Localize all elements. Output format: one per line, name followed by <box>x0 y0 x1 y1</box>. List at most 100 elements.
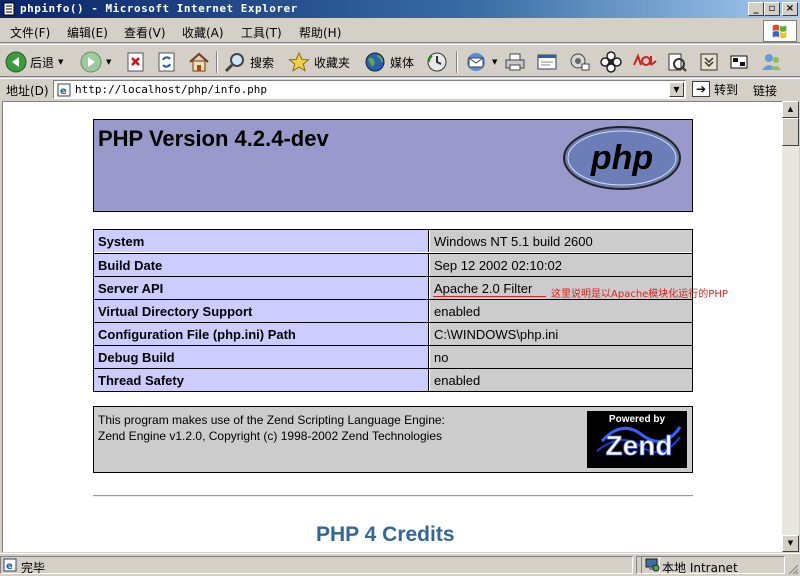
forward-arrow-icon <box>80 51 102 73</box>
maximize-button[interactable]: ▫ <box>764 2 780 16</box>
window-title: phpinfo() - Microsoft Internet Explorer <box>20 2 298 15</box>
magnifier-page-icon <box>668 53 687 72</box>
tool-button-a[interactable] <box>665 49 689 75</box>
search-button[interactable]: 搜索 <box>223 49 274 75</box>
credits-link[interactable]: PHP 4 Credits <box>316 523 455 547</box>
scroll-thumb[interactable] <box>782 118 799 146</box>
links-button[interactable]: 链接 <box>753 82 777 99</box>
scroll-up-icon[interactable]: ▲ <box>782 101 799 118</box>
printer-icon <box>505 53 525 71</box>
zend-logo-word: Zend <box>606 430 673 461</box>
page-done-icon: e <box>3 558 17 572</box>
title-bar[interactable]: phpinfo() - Microsoft Internet Explorer … <box>0 0 800 18</box>
flower-icon <box>600 51 622 73</box>
users-icon <box>762 54 781 70</box>
stop-icon <box>127 52 144 72</box>
address-input[interactable]: e http://localhost/php/info.php ▼ <box>53 80 686 99</box>
intranet-computer-icon <box>645 558 660 572</box>
menu-favorites[interactable]: 收藏(A) <box>182 24 224 41</box>
menu-view[interactable]: 查看(V) <box>124 24 166 41</box>
status-pane: e 完毕 <box>0 556 633 575</box>
annotation-note: 这里说明是以Apache模块化运行的PHP <box>551 289 728 300</box>
chat-bubble-icon <box>633 53 657 66</box>
edit-button[interactable] <box>535 49 559 75</box>
status-text: 完毕 <box>21 561 46 575</box>
toolbar-separator <box>456 51 458 73</box>
media-button[interactable]: 媒体 <box>363 49 414 75</box>
tool-button-b[interactable] <box>697 49 721 75</box>
zone-pane: 本地 Intranet <box>641 556 785 575</box>
forward-dropdown-icon[interactable]: ▼ <box>106 58 111 66</box>
address-label: 地址(D) <box>6 84 49 98</box>
windows-logo-icon <box>763 20 797 42</box>
menu-bar: 文件(F) 编辑(E) 查看(V) 收藏(A) 工具(T) 帮助(H) <box>0 19 800 43</box>
mail-icon <box>467 53 485 71</box>
menu-edit[interactable]: 编辑(E) <box>67 24 108 41</box>
info-key: Server API <box>94 277 429 299</box>
php-version-header: PHP Version 4.2.4-dev php <box>93 119 693 212</box>
home-button[interactable] <box>187 49 211 75</box>
address-dropdown-icon[interactable]: ▼ <box>669 82 684 97</box>
table-row: Thread Safety enabled <box>94 368 692 391</box>
menu-file[interactable]: 文件(F) <box>10 24 50 41</box>
discuss-button[interactable] <box>567 49 591 75</box>
search-label: 搜索 <box>250 55 275 70</box>
messenger-button[interactable] <box>599 49 623 75</box>
favorites-button[interactable]: 收藏夹 <box>287 49 350 75</box>
php-version-title: PHP Version 4.2.4-dev <box>98 126 329 151</box>
info-value: Windows NT 5.1 build 2600 <box>430 230 692 252</box>
vertical-scrollbar[interactable]: ▲ ▼ <box>782 101 799 552</box>
horizontal-rule <box>93 495 693 497</box>
resize-grip-icon[interactable] <box>787 563 799 575</box>
ie-page-icon: e <box>57 83 71 97</box>
address-url[interactable]: http://localhost/php/info.php <box>75 83 267 96</box>
tool-button-c[interactable] <box>728 49 752 75</box>
info-key: Thread Safety <box>94 369 429 391</box>
history-button[interactable] <box>425 49 449 75</box>
archive-icon <box>700 53 718 71</box>
page-content: PHP Version 4.2.4-dev php System Windows… <box>2 101 782 552</box>
mail-dropdown-icon[interactable]: ▼ <box>492 58 497 66</box>
zend-logo-caption: Powered by <box>609 414 666 425</box>
annotation-underline <box>433 296 546 297</box>
mail-button[interactable]: ▼ <box>464 49 497 75</box>
stop-button[interactable] <box>125 49 147 75</box>
star-icon <box>288 51 310 72</box>
qq-button[interactable] <box>631 49 659 75</box>
ie-window: phpinfo() - Microsoft Internet Explorer … <box>0 0 800 576</box>
info-value: C:\WINDOWS\php.ini <box>430 323 692 345</box>
print-button[interactable] <box>503 49 527 75</box>
zend-line-1: This program makes use of the Zend Scrip… <box>98 413 445 427</box>
table-row: Configuration File (php.ini) Path C:\WIN… <box>94 322 692 345</box>
home-icon <box>189 52 209 72</box>
document-icon <box>3 2 15 16</box>
status-bar: e 完毕 本地 Intranet <box>0 553 800 576</box>
back-dropdown-icon[interactable]: ▼ <box>58 58 63 66</box>
menu-help[interactable]: 帮助(H) <box>299 24 341 41</box>
cow-icon <box>730 55 748 69</box>
address-bar: 地址(D) e http://localhost/php/info.php ▼ … <box>0 78 800 99</box>
media-label: 媒体 <box>390 55 415 70</box>
menu-tools[interactable]: 工具(T) <box>241 24 282 41</box>
tool-button-d[interactable] <box>760 49 784 75</box>
info-key: Build Date <box>94 254 429 276</box>
discuss-icon <box>570 53 590 71</box>
forward-button[interactable]: ▼ <box>80 49 111 75</box>
back-button[interactable]: 后退 ▼ <box>5 49 63 75</box>
zend-description: This program makes use of the Zend Scrip… <box>98 412 445 444</box>
minimize-button[interactable]: _ <box>748 2 764 16</box>
table-row: Virtual Directory Support enabled <box>94 299 692 322</box>
search-icon <box>224 53 244 73</box>
info-value: enabled <box>430 369 692 391</box>
toolbar-separator <box>216 51 218 73</box>
info-value: Sep 12 2002 02:10:02 <box>430 254 692 276</box>
info-key: Configuration File (php.ini) Path <box>94 323 429 345</box>
favorites-label: 收藏夹 <box>314 55 351 70</box>
go-button[interactable]: ➔ 转到 <box>692 79 738 99</box>
go-label: 转到 <box>714 82 739 97</box>
close-button[interactable]: × <box>782 2 798 16</box>
history-clock-icon <box>427 52 447 72</box>
refresh-button[interactable] <box>156 49 178 75</box>
info-key: Debug Build <box>94 346 429 368</box>
scroll-down-icon[interactable]: ▼ <box>782 535 799 552</box>
